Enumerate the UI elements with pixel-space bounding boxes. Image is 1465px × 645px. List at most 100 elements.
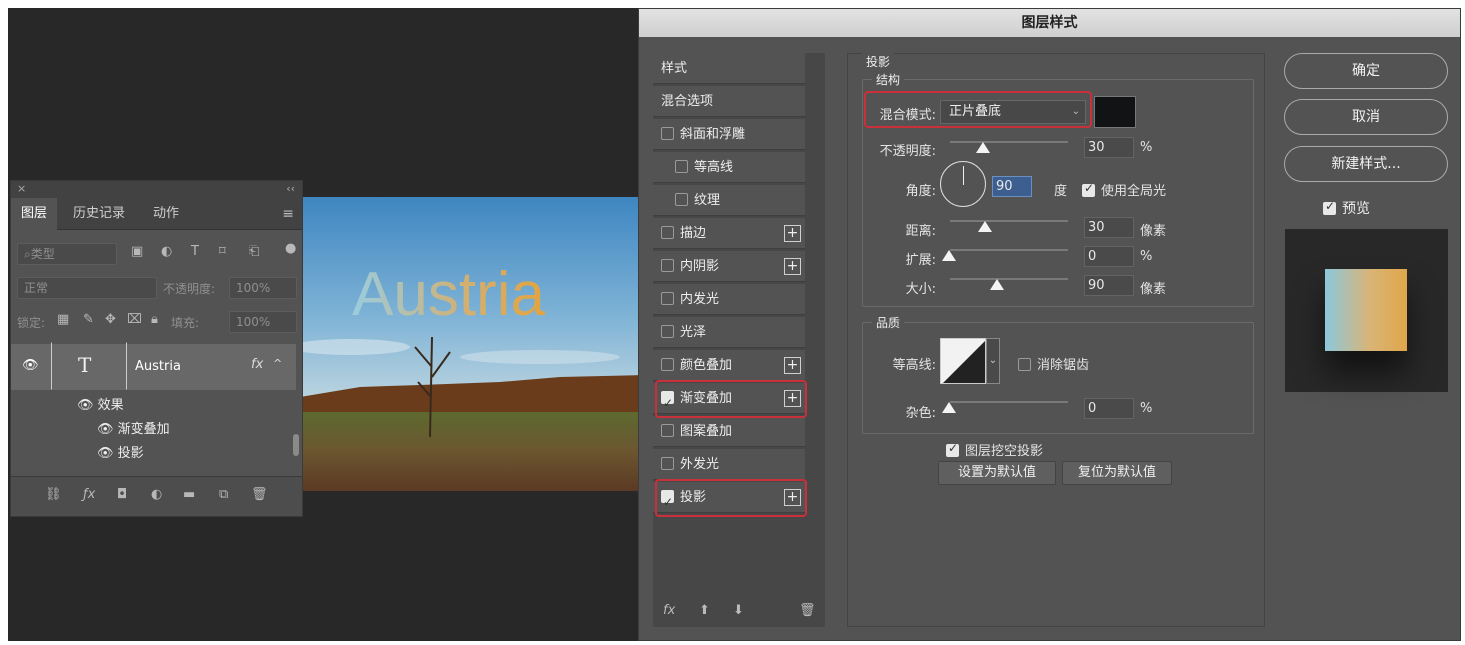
visibility-eye-icon[interactable]: 👁︎ [22,358,39,373]
new-layer-icon[interactable]: ⧉ [219,487,228,502]
size-slider[interactable] [950,278,1068,280]
new-style-button[interactable]: 新建样式... [1284,146,1448,182]
move-up-icon[interactable]: ⬆ [699,603,710,618]
adjustment-layer-icon[interactable]: ◐ [151,487,162,502]
filter-smart-object-icon[interactable]: ⎗ [249,244,259,259]
effects-eye-icon[interactable]: 👁︎ [77,398,94,413]
move-down-icon[interactable]: ⬇ [733,603,744,618]
close-icon[interactable]: × [17,182,26,195]
tab-layers[interactable]: 图层 [11,198,58,230]
style-item-checkbox[interactable] [675,160,688,173]
fx-menu-icon[interactable]: fx [663,603,675,618]
delete-effect-icon[interactable]: 🗑︎ [799,603,816,618]
effect-eye-icon[interactable]: 👁︎ [97,422,114,437]
trash-icon[interactable]: 🗑︎ [251,487,268,502]
style-item[interactable]: 内发光 [653,284,805,315]
expand-effects-icon[interactable]: ^ [273,357,282,370]
blend-options-item[interactable]: 混合选项 [653,86,805,117]
new-group-icon[interactable]: ▬ [183,487,195,502]
spread-slider[interactable] [950,249,1068,251]
effect-drop-shadow-row[interactable]: 👁︎ 投影 [97,442,144,461]
add-effect-icon[interactable]: + [784,225,801,242]
panel-menu-icon[interactable]: ≡ [282,206,294,222]
contour-picker[interactable] [940,338,986,384]
layers-scrollbar[interactable] [293,434,299,456]
tab-history[interactable]: 历史记录 [63,198,135,230]
effect-gradient-overlay-row[interactable]: 👁︎ 渐变叠加 [97,418,170,437]
style-item-checkbox[interactable] [661,457,674,470]
filter-shape-icon[interactable]: ⌑ [219,244,226,259]
style-item-checkbox[interactable] [661,226,674,239]
add-effect-icon[interactable]: + [784,258,801,275]
style-item[interactable]: 等高线 [653,152,805,183]
antialias-checkbox[interactable] [1018,358,1031,371]
style-item-checkbox[interactable] [661,127,674,140]
opacity-slider-knob[interactable] [976,142,990,153]
layer-name[interactable]: Austria [135,359,181,374]
spread-field[interactable]: 0 [1084,246,1134,267]
style-item[interactable]: 内阴影 + [653,251,805,282]
preview-toggle[interactable]: 预览 [1323,198,1370,218]
effect-eye-icon[interactable]: 👁︎ [97,446,114,461]
opacity-slider[interactable] [950,141,1068,143]
add-style-icon[interactable]: ƒx [83,487,95,502]
shadow-color-swatch[interactable] [1094,96,1136,128]
distance-slider[interactable] [950,220,1068,222]
lock-position-icon[interactable]: ✥ [105,312,116,327]
add-mask-icon[interactable]: ◘ [117,487,127,502]
noise-slider[interactable] [950,401,1068,403]
style-item-checkbox[interactable] [661,259,674,272]
filter-pixel-icon[interactable]: ▣ [131,244,143,259]
distance-slider-knob[interactable] [978,221,992,232]
style-list-scrollbar[interactable] [805,53,825,627]
fx-badge[interactable]: fx [251,357,263,372]
lock-all-icon[interactable]: 🔒︎ [151,312,158,327]
style-item[interactable]: 光泽 [653,317,805,348]
style-list-header[interactable]: 样式 [653,53,805,84]
style-item[interactable]: 纹理 [653,185,805,216]
style-item[interactable]: 描边 + [653,218,805,249]
antialias-toggle[interactable]: 消除锯齿 [1018,354,1089,373]
style-item-checkbox[interactable] [661,424,674,437]
blend-mode-select[interactable]: 正常 [17,277,157,299]
noise-slider-knob[interactable] [942,402,956,413]
angle-field[interactable]: 90 [992,176,1032,197]
style-item[interactable]: 图案叠加 [653,416,805,447]
size-field[interactable]: 90 [1084,275,1134,296]
effects-row[interactable]: 👁︎ 效果 [77,394,124,413]
opacity-field[interactable]: 100% [229,277,297,299]
size-slider-knob[interactable] [990,279,1004,290]
fill-field[interactable]: 100% [229,311,297,333]
cancel-button[interactable]: 取消 [1284,99,1448,135]
collapse-icon[interactable]: ‹‹ [286,182,295,195]
lock-artboard-icon[interactable]: ⌧ [127,312,142,327]
style-item[interactable]: 颜色叠加 + [653,350,805,381]
filter-adjustment-icon[interactable]: ◐ [161,244,172,259]
style-item-checkbox[interactable] [661,325,674,338]
link-layers-icon[interactable]: ⛓︎ [45,487,62,502]
style-item[interactable]: 外发光 [653,449,805,480]
filter-kind-select[interactable]: ⌕类型 [17,243,117,265]
reset-default-button[interactable]: 复位为默认值 [1062,461,1172,485]
angle-dial[interactable] [940,161,986,207]
filter-toggle-icon[interactable]: ● [285,241,296,256]
ok-button[interactable]: 确定 [1284,53,1448,89]
filter-type-icon[interactable]: T [191,244,199,259]
lock-paint-icon[interactable]: ✎ [83,312,94,327]
style-item[interactable]: 斜面和浮雕 [653,119,805,150]
style-item-checkbox[interactable] [675,193,688,206]
noise-field[interactable]: 0 [1084,398,1134,419]
preview-checkbox[interactable] [1323,199,1336,215]
global-light-toggle[interactable]: 使用全局光 [1082,180,1166,199]
spread-slider-knob[interactable] [942,250,956,261]
opacity-field[interactable]: 30 [1084,137,1134,158]
set-default-button[interactable]: 设置为默认值 [938,461,1056,485]
style-item-checkbox[interactable] [661,358,674,371]
lock-transparent-icon[interactable]: ▦ [57,312,69,327]
blend-mode-select[interactable]: 正片叠底 ⌄ [940,100,1086,124]
knockout-toggle[interactable]: 图层挖空投影 [946,440,1043,459]
contour-dropdown-icon[interactable]: ⌄ [986,338,1000,384]
style-item-checkbox[interactable] [661,292,674,305]
knockout-checkbox[interactable] [946,441,959,457]
layer-row-austria[interactable]: 👁︎ T Austria fx ^ [11,342,296,390]
